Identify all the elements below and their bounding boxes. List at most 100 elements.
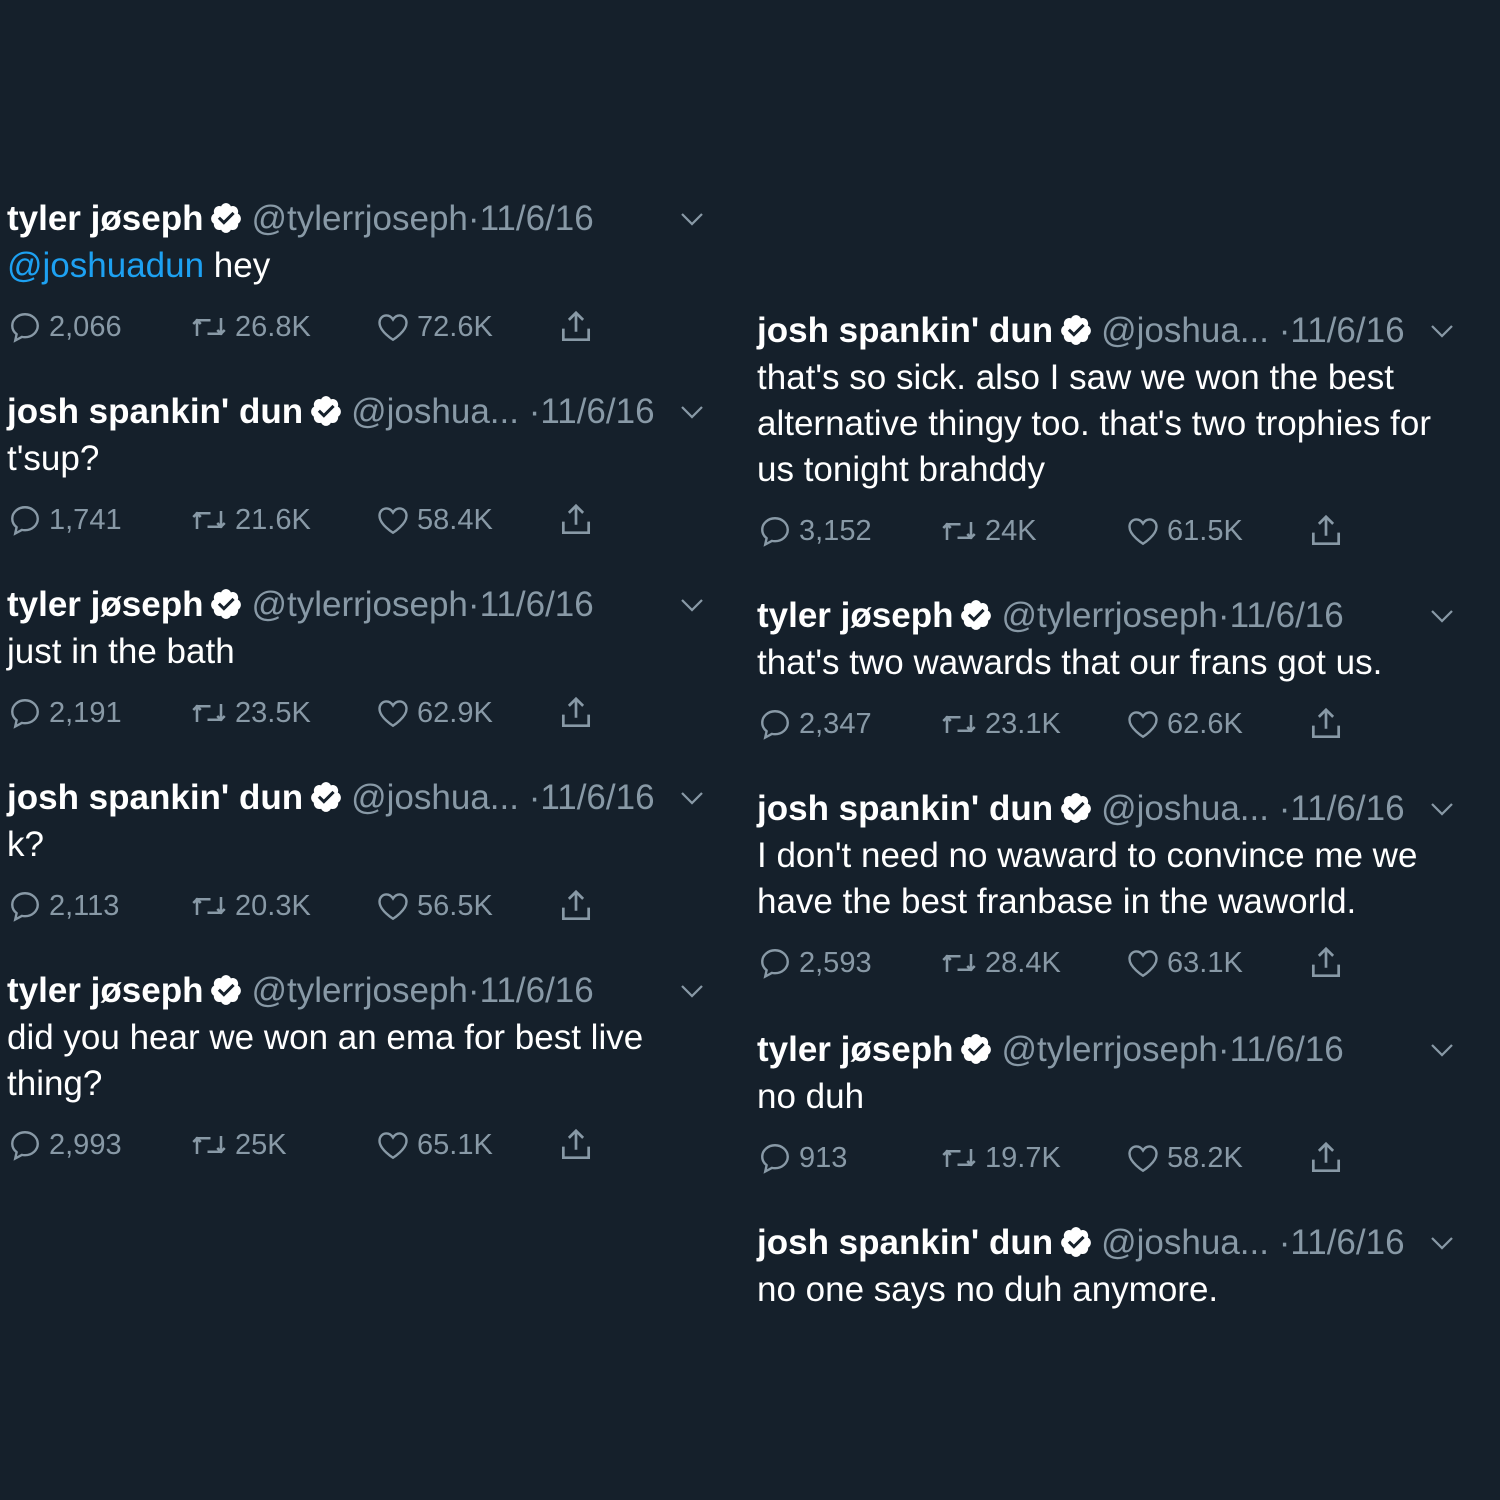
tweet[interactable]: josh spankin' dun @joshua... ·11/6/16 I d… — [757, 785, 1462, 983]
like-count: 58.4K — [417, 503, 493, 536]
share-button[interactable] — [557, 886, 601, 926]
like-button[interactable]: 62.9K — [375, 693, 493, 733]
tweet-actions: 2,993 25K 65.1K — [7, 1125, 712, 1165]
retweet-button[interactable]: 24K — [939, 511, 1037, 551]
mention-link[interactable]: @joshuadun — [7, 246, 204, 285]
author-handle[interactable]: @joshua... — [1101, 311, 1269, 350]
tweet-date[interactable]: 11/6/16 — [1290, 1223, 1404, 1262]
reply-button[interactable]: 2,113 — [7, 886, 119, 926]
retweet-button[interactable]: 26.8K — [189, 307, 311, 347]
share-button[interactable] — [1307, 1138, 1351, 1178]
tweet-actions: 2,113 20.3K 56.5K — [7, 886, 712, 926]
tweet-date[interactable]: 11/6/16 — [540, 778, 654, 817]
author-name[interactable]: josh spankin' dun — [757, 1223, 1053, 1262]
reply-button[interactable]: 913 — [757, 1138, 847, 1178]
chevron-down-icon[interactable] — [672, 778, 712, 818]
author-handle[interactable]: @tylerrjoseph — [251, 971, 467, 1010]
retweet-button[interactable]: 28.4K — [939, 943, 1061, 983]
reply-count: 2,066 — [49, 310, 122, 343]
reply-button[interactable]: 1,741 — [7, 500, 122, 540]
author-name[interactable]: josh spankin' dun — [757, 311, 1053, 350]
tweet-date[interactable]: 11/6/16 — [480, 199, 594, 238]
like-count: 62.9K — [417, 696, 493, 729]
reply-button[interactable]: 2,993 — [7, 1125, 122, 1165]
tweet[interactable]: tyler jøseph @tylerrjoseph·11/6/16 no duh… — [757, 1026, 1462, 1178]
author-name[interactable]: tyler jøseph — [7, 585, 203, 624]
verified-badge-icon — [209, 587, 243, 621]
tweet-date[interactable]: 11/6/16 — [1290, 789, 1404, 828]
tweet-header: tyler jøseph @tylerrjoseph·11/6/16 — [757, 592, 1462, 640]
retweet-button[interactable]: 25K — [189, 1125, 287, 1165]
chevron-down-icon[interactable] — [672, 392, 712, 432]
reply-button[interactable]: 2,191 — [7, 693, 122, 733]
author-name[interactable]: josh spankin' dun — [7, 778, 303, 817]
reply-button[interactable]: 2,347 — [757, 704, 872, 744]
author-handle[interactable]: @tylerrjoseph — [251, 585, 467, 624]
chevron-down-icon[interactable] — [1422, 1030, 1462, 1070]
like-button[interactable]: 65.1K — [375, 1125, 493, 1165]
retweet-button[interactable]: 23.1K — [939, 704, 1061, 744]
tweet-date[interactable]: 11/6/16 — [480, 585, 594, 624]
tweet-header: tyler jøseph @tylerrjoseph·11/6/16 — [757, 1026, 1462, 1074]
retweet-button[interactable]: 20.3K — [189, 886, 311, 926]
tweet-actions: 2,347 23.1K 62.6K — [757, 704, 1462, 744]
author-handle[interactable]: @tylerrjoseph — [251, 199, 467, 238]
author-name[interactable]: tyler jøseph — [757, 1030, 953, 1069]
tweet[interactable]: tyler jøseph @tylerrjoseph·11/6/16 just i… — [7, 581, 712, 733]
author-name[interactable]: josh spankin' dun — [7, 392, 303, 431]
tweet[interactable]: josh spankin' dun @joshua... ·11/6/16 k? … — [7, 774, 712, 926]
retweet-button[interactable]: 19.7K — [939, 1138, 1061, 1178]
tweet-date[interactable]: 11/6/16 — [1230, 596, 1344, 635]
share-button[interactable] — [557, 500, 601, 540]
like-button[interactable]: 61.5K — [1125, 511, 1243, 551]
chevron-down-icon[interactable] — [672, 971, 712, 1011]
tweet[interactable]: josh spankin' dun @joshua... ·11/6/16 t's… — [7, 388, 712, 540]
tweet[interactable]: josh spankin' dun @joshua... ·11/6/16 tha… — [757, 307, 1462, 551]
like-button[interactable]: 72.6K — [375, 307, 493, 347]
tweet[interactable]: josh spankin' dun @joshua... ·11/6/16 no … — [757, 1219, 1462, 1313]
tweet-date[interactable]: 11/6/16 — [1290, 311, 1404, 350]
author-handle[interactable]: @tylerrjoseph — [1001, 1030, 1217, 1069]
reply-button[interactable]: 3,152 — [757, 511, 872, 551]
author-handle[interactable]: @joshua... — [351, 778, 519, 817]
reply-button[interactable]: 2,593 — [757, 943, 872, 983]
author-name[interactable]: tyler jøseph — [7, 199, 203, 238]
tweet-date[interactable]: 11/6/16 — [480, 971, 594, 1010]
author-handle[interactable]: @joshua... — [1101, 1223, 1269, 1262]
share-button[interactable] — [557, 307, 601, 347]
like-button[interactable]: 62.6K — [1125, 704, 1243, 744]
tweet-date[interactable]: 11/6/16 — [540, 392, 654, 431]
chevron-down-icon[interactable] — [672, 585, 712, 625]
chevron-down-icon[interactable] — [1422, 596, 1462, 636]
retweet-button[interactable]: 23.5K — [189, 693, 311, 733]
author-name[interactable]: tyler jøseph — [7, 971, 203, 1010]
tweet[interactable]: tyler jøseph @tylerrjoseph·11/6/16 did yo… — [7, 967, 712, 1165]
share-button[interactable] — [557, 1125, 601, 1165]
tweet[interactable]: tyler jøseph @tylerrjoseph·11/6/16 @joshu… — [7, 195, 712, 347]
like-button[interactable]: 58.2K — [1125, 1138, 1243, 1178]
share-button[interactable] — [1307, 511, 1351, 551]
author-handle[interactable]: @joshua... — [1101, 789, 1269, 828]
share-button[interactable] — [1307, 943, 1351, 983]
like-icon — [1128, 950, 1158, 978]
chevron-down-icon[interactable] — [1422, 1223, 1462, 1263]
like-button[interactable]: 63.1K — [1125, 943, 1243, 983]
retweet-button[interactable]: 21.6K — [189, 500, 311, 540]
reply-icon — [761, 517, 789, 547]
share-button[interactable] — [557, 693, 601, 733]
author-name[interactable]: josh spankin' dun — [757, 789, 1053, 828]
like-button[interactable]: 56.5K — [375, 886, 493, 926]
chevron-down-icon[interactable] — [1422, 789, 1462, 829]
tweet[interactable]: tyler jøseph @tylerrjoseph·11/6/16 that's… — [757, 592, 1462, 744]
reply-button[interactable]: 2,066 — [7, 307, 122, 347]
author-handle[interactable]: @tylerrjoseph — [1001, 596, 1217, 635]
reply-icon — [11, 313, 39, 343]
like-icon — [378, 507, 408, 535]
chevron-down-icon[interactable] — [1422, 311, 1462, 351]
author-handle[interactable]: @joshua... — [351, 392, 519, 431]
like-button[interactable]: 58.4K — [375, 500, 493, 540]
author-name[interactable]: tyler jøseph — [757, 596, 953, 635]
chevron-down-icon[interactable] — [672, 199, 712, 239]
share-button[interactable] — [1307, 704, 1351, 744]
tweet-date[interactable]: 11/6/16 — [1230, 1030, 1344, 1069]
